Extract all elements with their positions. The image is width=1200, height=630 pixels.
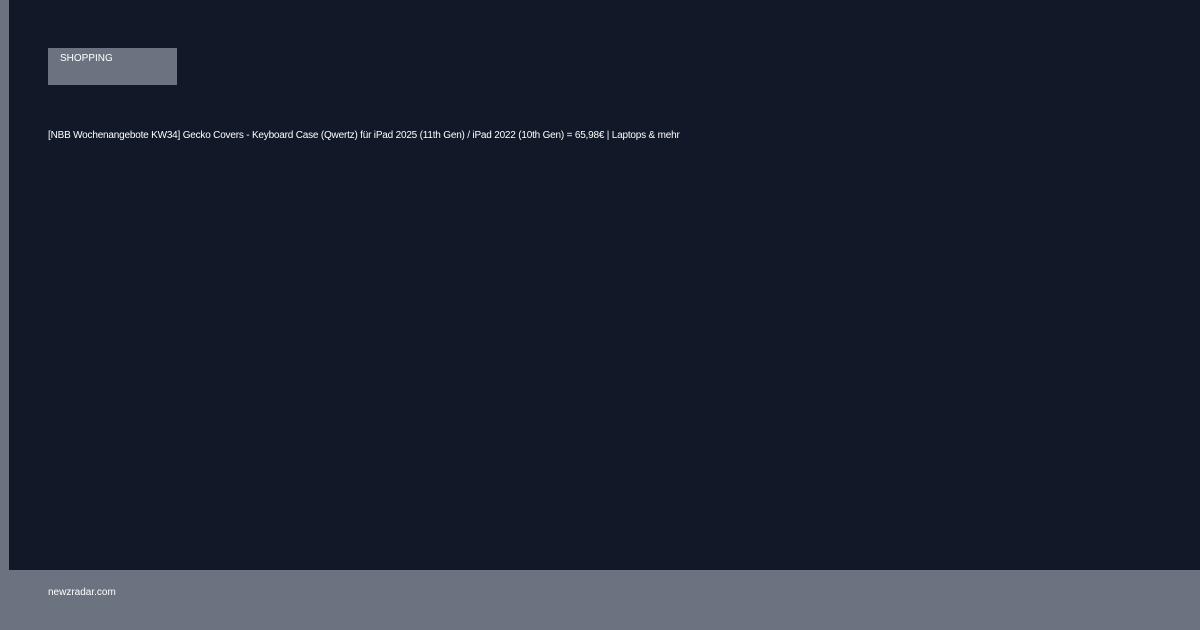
article-card[interactable]: SHOPPING [NBB Wochenangebote KW34] Gecko…: [9, 0, 1200, 570]
category-label: SHOPPING: [60, 53, 113, 64]
article-headline[interactable]: [NBB Wochenangebote KW34] Gecko Covers -…: [48, 130, 1148, 142]
source-domain[interactable]: newzradar.com: [48, 587, 116, 599]
category-badge[interactable]: SHOPPING: [48, 48, 177, 85]
footer: newzradar.com: [0, 570, 1200, 630]
